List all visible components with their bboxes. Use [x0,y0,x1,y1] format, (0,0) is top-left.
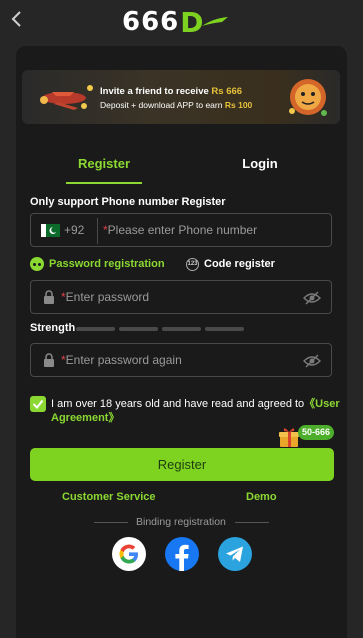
password-field[interactable]: *Enter password [30,280,332,314]
phone-note: Only support Phone number Register [30,196,226,208]
back-chevron-icon[interactable] [10,9,24,29]
divider-left [94,522,128,523]
agree-checkbox[interactable] [30,396,46,412]
telegram-icon[interactable] [218,537,252,571]
divider-right [235,522,269,523]
demo-link[interactable]: Demo [246,491,277,503]
logo: 666 D [122,6,242,39]
tab-login[interactable]: Login [230,150,290,184]
strength-bar [119,327,158,331]
confirm-password-input[interactable]: *Enter password again [61,353,182,367]
lock-icon [44,353,54,367]
password-input[interactable]: *Enter password [61,290,149,304]
eye-off-icon[interactable] [303,291,321,305]
invite-banner[interactable]: Invite a friend to receive Rs 666 Deposi… [22,70,340,124]
agreement-text: I am over 18 years old and have read and… [51,398,340,424]
google-icon[interactable] [112,537,146,571]
checkmark-icon [32,399,44,410]
gift-icon [279,428,299,447]
mode-password-registration[interactable]: Password registration [30,256,165,272]
bonus-badge: 50-666 [298,425,335,440]
confirm-password-field[interactable]: *Enter password again [30,343,332,377]
dots-icon [30,257,44,271]
tab-register[interactable]: Register [66,150,142,184]
customer-service-link[interactable]: Customer Service [62,491,156,503]
top-bar: 666 D [0,0,363,40]
lock-icon [44,290,54,304]
number-code-icon: 123 [186,257,199,271]
plane-illustration-icon [40,85,93,110]
auth-tabs: Register Login [30,150,335,184]
divider [97,218,98,244]
binding-registration-label: Binding registration [136,516,226,528]
pakistan-flag-icon [41,224,60,237]
country-code[interactable]: +92 [64,223,84,237]
facebook-icon[interactable] [165,537,199,571]
phone-field[interactable]: +92 *Please enter Phone number [30,213,332,247]
mode-code-register[interactable]: 123 Code register [186,256,275,272]
strength-bar [162,327,201,331]
strength-bar [76,327,115,331]
phone-input[interactable]: *Please enter Phone number [103,223,257,237]
strength-bar [205,327,244,331]
banner-line2: Deposit + download APP to earn Rs 100 [100,100,253,110]
eye-off-icon[interactable] [303,354,321,368]
register-button[interactable]: Register [30,448,334,481]
tiger-mascot-icon [289,79,327,116]
banner-line1: Invite a friend to receive Rs 666 [100,86,243,97]
strength-label: Strength [30,322,76,334]
